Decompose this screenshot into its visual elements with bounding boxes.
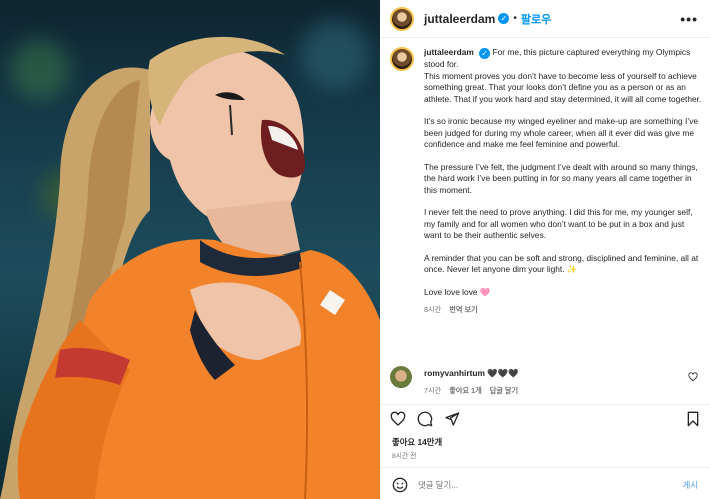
add-comment-bar: 댓글 달기... 게시 [380, 467, 710, 499]
post-comment-button[interactable]: 게시 [683, 479, 698, 491]
post-caption: juttaleerdam ✓ For me, this picture capt… [390, 47, 702, 352]
caption-paragraph: juttaleerdam ✓ For me, this picture capt… [424, 47, 702, 71]
author-username[interactable]: juttaleerdam [424, 12, 495, 26]
post-header: juttaleerdam ✓ • 팔로우 ••• [380, 0, 710, 38]
post-photo[interactable] [0, 0, 380, 499]
separator-dot: • [513, 13, 517, 24]
caption-paragraph: It’s so ironic because my winged eyeline… [424, 116, 699, 149]
heart-icon[interactable] [390, 411, 406, 427]
follow-button[interactable]: 팔로우 [521, 11, 551, 27]
post-time-ago: 8시간 전 [392, 453, 417, 460]
comment-item: romyvanhirtum 🖤🖤🖤 7시간 좋아요 1개 답글 달기 [390, 366, 702, 400]
commenter-avatar[interactable] [390, 366, 412, 388]
comment-likes[interactable]: 좋아요 1개 [449, 386, 481, 395]
caption-paragraph: Love love love 🩷 [424, 286, 491, 297]
caption-username[interactable]: juttaleerdam [424, 47, 474, 57]
likes-count[interactable]: 좋아요 14만개 [392, 436, 442, 448]
comment-icon[interactable] [417, 411, 433, 427]
translate-button[interactable]: 번역 보기 [449, 305, 477, 314]
caption-body: juttaleerdam ✓ For me, this picture capt… [424, 47, 702, 316]
comment-meta: 7시간 좋아요 1개 답글 달기 [424, 386, 518, 396]
more-horizontal-icon[interactable]: ••• [680, 11, 698, 27]
reply-button[interactable]: 답글 달기 [490, 386, 518, 395]
caption-paragraph: I never felt the need to prove anything.… [424, 207, 693, 240]
post-side-panel: juttaleerdam ✓ • 팔로우 ••• juttaleerdam ✓ … [380, 0, 710, 499]
caption-paragraph: This moment proves you don’t have to bec… [424, 70, 702, 104]
post-actions-bar [380, 404, 710, 430]
caption-paragraph: The pressure I’ve felt, the judgment I’v… [424, 161, 698, 195]
commenter-username[interactable]: romyvanhirtum [424, 368, 485, 378]
comment-text: romyvanhirtum 🖤🖤🖤 [424, 368, 519, 379]
emoji-icon[interactable] [392, 477, 408, 493]
comment-time: 7시간 [424, 386, 442, 395]
share-icon[interactable] [444, 411, 460, 427]
verified-badge-icon: ✓ [479, 48, 491, 59]
comment-input[interactable]: 댓글 달기... [418, 479, 458, 491]
caption-time: 8시간 [424, 305, 442, 314]
verified-badge-icon: ✓ [498, 13, 510, 24]
comment-like-heart-icon[interactable] [688, 372, 698, 382]
caption-paragraph: A reminder that you can be soft and stro… [424, 252, 699, 275]
caption-author-avatar[interactable] [390, 47, 414, 71]
caption-meta: 8시간 번역 보기 [424, 304, 702, 316]
author-avatar[interactable] [390, 6, 414, 31]
bookmark-icon[interactable] [686, 411, 700, 427]
comment-body: 🖤🖤🖤 [487, 368, 519, 378]
skater-illustration [0, 36, 380, 499]
